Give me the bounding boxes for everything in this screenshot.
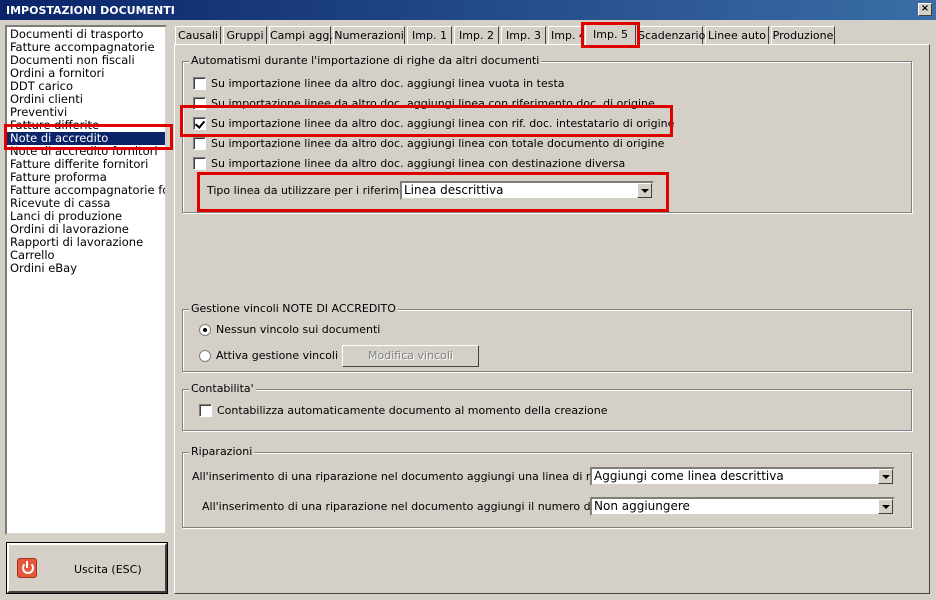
- option-ref-holder-origin-label: Su importazione linee da altro doc. aggi…: [211, 117, 675, 130]
- option-empty-line-label: Su importazione linee da altro doc. aggi…: [211, 77, 565, 90]
- checkbox-total-doc-origin[interactable]: [193, 137, 206, 150]
- option-auto-accounting-label: Contabilizza automaticamente documento a…: [217, 404, 608, 417]
- checkbox-ref-doc-origin[interactable]: [193, 97, 206, 110]
- chevron-down-icon[interactable]: [878, 499, 893, 514]
- option-total-doc-origin-label: Su importazione linee da altro doc. aggi…: [211, 137, 665, 150]
- repairs-group: Riparazioni: [182, 445, 912, 528]
- close-icon[interactable]: ×: [918, 3, 932, 16]
- tab-imp-4[interactable]: Imp. 4: [548, 26, 582, 45]
- links-group-title: Gestione vincoli NOTE DI ACCREDITO: [189, 302, 398, 315]
- import-automatisms-title: Automatismi durante l'importazione di ri…: [189, 54, 542, 67]
- tab-produzione[interactable]: Produzione: [771, 26, 835, 45]
- repair-line-value: Aggiungi come linea descrittiva: [594, 469, 784, 483]
- tab-campi-agg[interactable]: Campi agg.: [269, 26, 333, 45]
- repair-line-label: All'inserimento di una riparazione nel d…: [192, 470, 655, 483]
- exit-button[interactable]: Uscita (ESC): [6, 542, 168, 594]
- chevron-down-icon[interactable]: [878, 469, 893, 484]
- option-total-doc-origin[interactable]: Su importazione linee da altro doc. aggi…: [193, 137, 664, 151]
- tab-imp-3[interactable]: Imp. 3: [501, 26, 546, 45]
- edit-links-button[interactable]: Modifica vincoli: [342, 345, 479, 367]
- chevron-down-icon[interactable]: [637, 183, 652, 198]
- radio-active-links-label: Attiva gestione vincoli: [216, 349, 339, 362]
- checkbox-empty-line[interactable]: [193, 77, 206, 90]
- tab-causali[interactable]: Causali: [175, 26, 221, 45]
- checkbox-auto-accounting[interactable]: [199, 404, 212, 417]
- radio-no-links[interactable]: Nessun vincolo sui documenti: [199, 323, 380, 337]
- accounting-group-title: Contabilita': [189, 382, 256, 395]
- exit-button-label: Uscita (ESC): [74, 563, 142, 576]
- tab-imp-1[interactable]: Imp. 1: [407, 26, 452, 45]
- document-type-list[interactable]: Documenti di trasporto Fatture accompagn…: [5, 25, 167, 535]
- radio-no-links-button[interactable]: [199, 324, 211, 336]
- repair-line-select[interactable]: Aggiungi come linea descrittiva: [590, 467, 895, 486]
- checkbox-different-destination[interactable]: [193, 157, 206, 170]
- option-ref-holder-origin[interactable]: Su importazione linee da altro doc. aggi…: [193, 117, 674, 131]
- radio-active-links-button[interactable]: [199, 350, 211, 362]
- option-different-destination-label: Su importazione linee da altro doc. aggi…: [211, 157, 626, 170]
- radio-no-links-label: Nessun vincolo sui documenti: [216, 323, 381, 336]
- power-icon: [17, 558, 37, 578]
- tab-gruppi[interactable]: Gruppi: [223, 26, 267, 45]
- window-title-bar: IMPOSTAZIONI DOCUMENTI ×: [0, 0, 936, 20]
- tab-imp-2[interactable]: Imp. 2: [454, 26, 499, 45]
- repair-serial-select[interactable]: Non aggiungere: [590, 497, 895, 516]
- option-ref-doc-origin[interactable]: Su importazione linee da altro doc. aggi…: [193, 97, 655, 111]
- option-auto-accounting[interactable]: Contabilizza automaticamente documento a…: [199, 404, 607, 418]
- tab-imp-5[interactable]: Imp. 5: [585, 23, 636, 46]
- option-ref-doc-origin-label: Su importazione linee da altro doc. aggi…: [211, 97, 655, 110]
- radio-active-links[interactable]: Attiva gestione vincoli: [199, 349, 338, 363]
- repairs-group-title: Riparazioni: [189, 445, 255, 458]
- option-different-destination[interactable]: Su importazione linee da altro doc. aggi…: [193, 157, 625, 171]
- option-empty-line[interactable]: Su importazione linee da altro doc. aggi…: [193, 77, 565, 91]
- window-title: IMPOSTAZIONI DOCUMENTI: [6, 4, 175, 17]
- tab-scadenzario[interactable]: Scadenzario: [637, 26, 705, 45]
- repair-serial-value: Non aggiungere: [594, 499, 690, 513]
- checkbox-ref-holder-origin[interactable]: [193, 117, 206, 130]
- line-type-label: Tipo linea da utilizzare per i riferimen…: [207, 184, 428, 197]
- tab-numerazioni[interactable]: Numerazioni: [333, 26, 405, 45]
- line-type-select[interactable]: Linea descrittiva: [400, 181, 654, 200]
- sidebar-item-ordini-ebay[interactable]: Ordini eBay: [7, 262, 165, 275]
- tab-linee-auto[interactable]: Linee auto: [705, 26, 769, 45]
- line-type-value: Linea descrittiva: [404, 183, 504, 197]
- repair-serial-label: All'inserimento di una riparazione nel d…: [202, 500, 657, 513]
